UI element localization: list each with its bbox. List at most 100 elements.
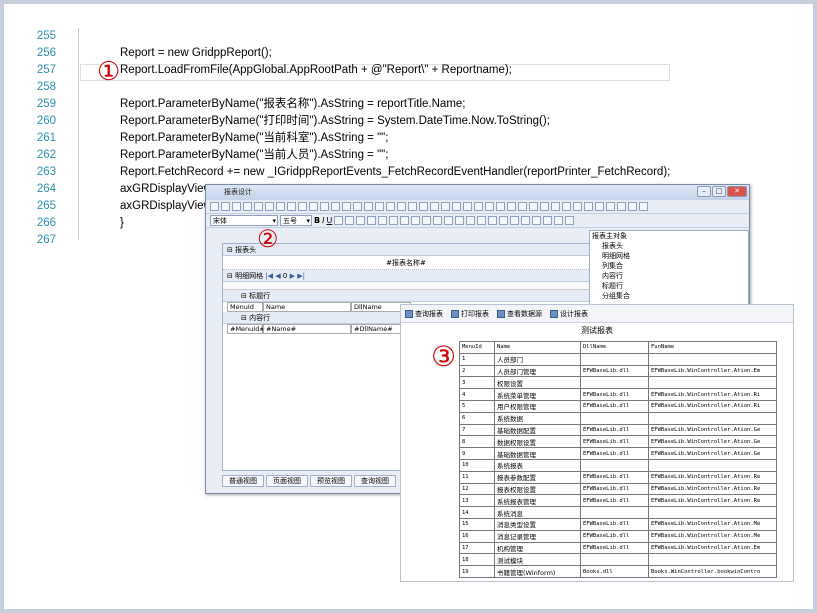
title-cell[interactable]: MenuId (227, 302, 263, 312)
format-icon[interactable] (565, 216, 575, 225)
toolbar-icon[interactable] (243, 202, 252, 211)
format-icon[interactable] (455, 216, 465, 225)
table-cell: EFWBaseLib.WinController.Ation.Ri (648, 399, 777, 413)
table-cell: 系统菜单管理 (494, 388, 581, 401)
format-icon[interactable] (345, 216, 355, 225)
format-icon[interactable] (444, 216, 454, 225)
preview-button[interactable]: 查看数据源 (497, 309, 542, 319)
format-icon[interactable] (466, 216, 476, 225)
toolbar-icon[interactable] (606, 202, 615, 211)
format-icon[interactable] (477, 216, 487, 225)
toolbar-icon[interactable] (551, 202, 560, 211)
preview-button[interactable]: 打印报表 (451, 309, 489, 319)
toolbar-icon[interactable] (221, 202, 230, 211)
toolbar-icon[interactable] (320, 202, 329, 211)
format-icon[interactable] (334, 216, 344, 225)
format-icon[interactable] (554, 216, 564, 225)
tree-item[interactable]: 列集合 (590, 261, 748, 271)
toolbar-icon[interactable] (617, 202, 626, 211)
toolbar-icon[interactable] (386, 202, 395, 211)
band-detail-grid[interactable]: ⊟ 明细网格 |◀ ◀ 0 ▶ ▶| (223, 270, 589, 282)
toolbar-icon[interactable] (210, 202, 219, 211)
maximize-button[interactable]: □ (712, 186, 726, 197)
format-icon[interactable] (367, 216, 377, 225)
toolbar-icon[interactable] (518, 202, 527, 211)
toolbar-icon[interactable] (595, 202, 604, 211)
format-icon[interactable] (422, 216, 432, 225)
tree-item[interactable]: 分组集合 (590, 291, 748, 301)
format-icon[interactable] (356, 216, 366, 225)
toolbar-icon[interactable] (353, 202, 362, 211)
preview-button[interactable]: 设计报表 (550, 309, 588, 319)
preview-button[interactable]: 查询报表 (405, 309, 443, 319)
band-title-row[interactable]: ⊟ 标题行 (223, 290, 589, 302)
table-cell: EFWBaseLib.dll (580, 423, 649, 437)
tree-item[interactable]: 报表主对象 (590, 231, 748, 241)
toolbar-icon[interactable] (375, 202, 384, 211)
tree-item[interactable]: 报表头 (590, 241, 748, 251)
toolbar-icon[interactable] (254, 202, 263, 211)
view-tab[interactable]: 普通视图 (222, 475, 264, 487)
minimize-button[interactable]: – (697, 186, 711, 197)
format-icon[interactable] (411, 216, 421, 225)
format-icon[interactable] (532, 216, 542, 225)
toolbar-icon[interactable] (342, 202, 351, 211)
bold-button[interactable]: B (314, 216, 320, 225)
toolbar-icon[interactable] (419, 202, 428, 211)
toolbar-icon[interactable] (331, 202, 340, 211)
format-icon[interactable] (389, 216, 399, 225)
toolbar-icon[interactable] (408, 202, 417, 211)
content-cell[interactable]: #MenuId# (227, 324, 265, 334)
param-title-box[interactable]: #报表名称# (223, 256, 589, 270)
toolbar-icon[interactable] (573, 202, 582, 211)
toolbar-icon[interactable] (452, 202, 461, 211)
toolbar-icon[interactable] (276, 202, 285, 211)
table-cell: EFWBaseLib.WinController.Ation.Me (648, 517, 777, 531)
italic-button[interactable]: I (322, 216, 324, 225)
underline-button[interactable]: U (326, 216, 332, 225)
table-cell: 9 (459, 447, 495, 460)
toolbar-icon[interactable] (364, 202, 373, 211)
format-icon[interactable] (543, 216, 553, 225)
format-icon[interactable] (433, 216, 443, 225)
table-cell: EFWBaseLib.dll (580, 541, 649, 555)
toolbar-icon[interactable] (298, 202, 307, 211)
toolbar-icon[interactable] (584, 202, 593, 211)
toolbar-icon[interactable] (639, 202, 648, 211)
toolbar-icon[interactable] (474, 202, 483, 211)
format-icon[interactable] (499, 216, 509, 225)
toolbar-icon[interactable] (265, 202, 274, 211)
toolbar-icon[interactable] (485, 202, 494, 211)
format-icon[interactable] (378, 216, 388, 225)
toolbar-icon[interactable] (232, 202, 241, 211)
toolbar-icon[interactable] (287, 202, 296, 211)
toolbar-icon[interactable] (496, 202, 505, 211)
format-icon[interactable] (510, 216, 520, 225)
toolbar-icon[interactable] (540, 202, 549, 211)
toolbar-icon[interactable] (441, 202, 450, 211)
table-row: 11 报表参数配置 EFWBaseLib.dll EFWBaseLib.WinCont… (459, 470, 777, 484)
view-tab[interactable]: 预览视图 (310, 475, 352, 487)
tree-item[interactable]: 标题行 (590, 281, 748, 291)
view-tab[interactable]: 查询视图 (354, 475, 396, 487)
content-cell[interactable]: #Name# (263, 324, 351, 334)
toolbar-icon[interactable] (628, 202, 637, 211)
toolbar-icon[interactable] (562, 202, 571, 211)
size-select[interactable]: 五号 ▾ (280, 215, 312, 226)
toolbar-icon[interactable] (309, 202, 318, 211)
toolbar-icon[interactable] (507, 202, 516, 211)
view-tab[interactable]: 页面视图 (266, 475, 308, 487)
toolbar-icon[interactable] (463, 202, 472, 211)
title-cell[interactable]: Name (263, 302, 351, 312)
tree-item[interactable]: 内容行 (590, 271, 748, 281)
format-icon[interactable] (521, 216, 531, 225)
toolbar-icon[interactable] (397, 202, 406, 211)
toolbar-icon[interactable] (430, 202, 439, 211)
close-button[interactable]: ✕ (727, 186, 747, 197)
table-cell: 2 (459, 364, 495, 378)
format-icon[interactable] (488, 216, 498, 225)
toolbar-icon[interactable] (529, 202, 538, 211)
report-icon (497, 309, 505, 318)
format-icon[interactable] (400, 216, 410, 225)
tree-item[interactable]: 明细网格 (590, 251, 748, 261)
